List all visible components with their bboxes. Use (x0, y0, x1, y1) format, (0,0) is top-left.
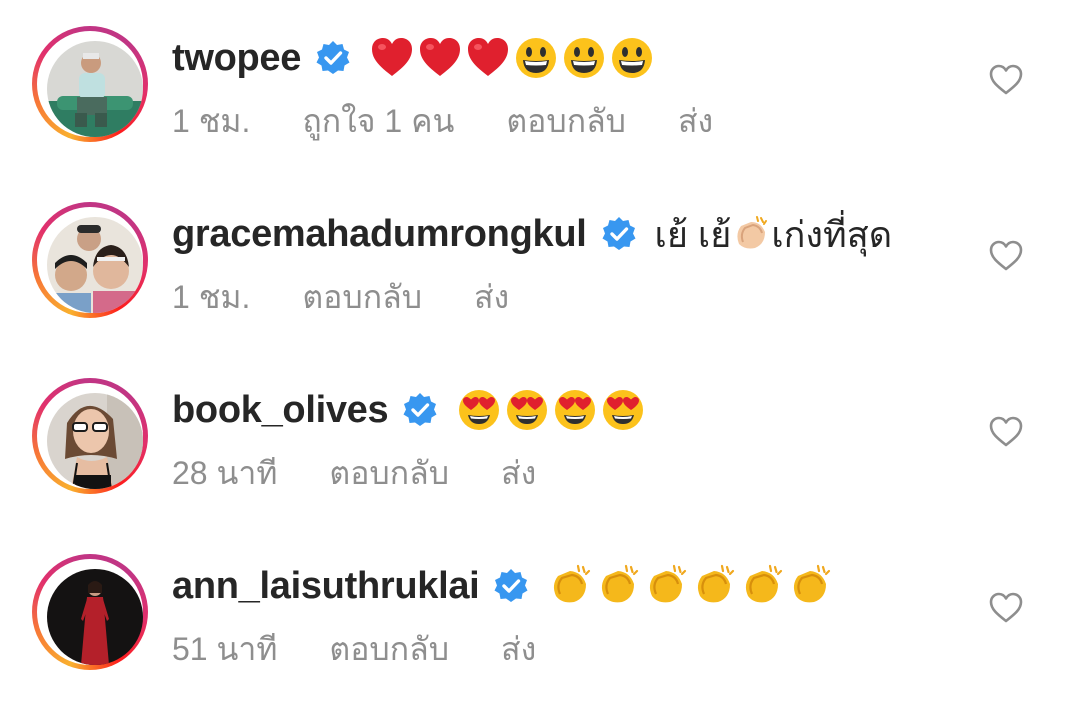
verified-badge-icon (315, 40, 351, 76)
clapping-hands-emoji-icon (595, 563, 641, 609)
comment-text (456, 387, 648, 433)
comment-time: 1 ชม. (172, 103, 251, 139)
grinning-face-emoji-icon (561, 35, 607, 81)
reply-button[interactable]: ตอบกลับ (329, 448, 449, 499)
story-ring[interactable] (32, 26, 148, 142)
heart-eyes-emoji-icon (504, 387, 550, 433)
send-button[interactable]: ส่ง (678, 96, 713, 147)
clapping-hands-emoji-icon (739, 563, 785, 609)
clapping-hands-emoji-icon (691, 563, 737, 609)
clapping-hands-emoji-icon (731, 214, 771, 254)
comment-text (369, 35, 657, 81)
clapping-hands-emoji-icon (547, 563, 593, 609)
verified-badge-icon (402, 392, 438, 428)
comment-text (547, 563, 835, 609)
avatar[interactable] (47, 41, 143, 137)
like-heart-icon[interactable] (988, 238, 1024, 274)
grinning-face-emoji-icon (513, 35, 559, 81)
username[interactable]: book_olives (172, 389, 389, 432)
comment-text: เย้ เย้ เก่งที่สุด (655, 206, 893, 263)
avatar[interactable] (47, 217, 143, 313)
comment-item: ann_laisuthruklai 51 นาที ตอบกลับ ส่ง (0, 528, 1079, 704)
story-ring[interactable] (32, 202, 148, 318)
username[interactable]: twopee (172, 37, 301, 80)
grinning-face-emoji-icon (609, 35, 655, 81)
comment-text-part: เย้ เย้ (654, 213, 732, 255)
red-heart-emoji-icon (465, 35, 511, 81)
red-heart-emoji-icon (369, 35, 415, 81)
send-button[interactable]: ส่ง (501, 624, 536, 675)
username[interactable]: gracemahadumrongkul (172, 213, 587, 256)
verified-badge-icon (601, 216, 637, 252)
comment-time: 51 นาที (172, 631, 278, 667)
comment-text-part: เก่งที่สุด (771, 213, 893, 255)
like-heart-icon[interactable] (988, 414, 1024, 450)
comment-item: book_olives 28 นาที ตอบกลับ ส่ง (0, 352, 1079, 528)
reply-button[interactable]: ตอบกลับ (302, 272, 422, 323)
red-heart-emoji-icon (417, 35, 463, 81)
story-ring[interactable] (32, 378, 148, 494)
comment-item: gracemahadumrongkul เย้ เย้ เก่งที่สุด 1… (0, 176, 1079, 352)
story-ring[interactable] (32, 554, 148, 670)
avatar[interactable] (47, 569, 143, 665)
like-heart-icon[interactable] (988, 590, 1024, 626)
heart-eyes-emoji-icon (600, 387, 646, 433)
avatar[interactable] (47, 393, 143, 489)
comment-time: 1 ชม. (172, 279, 251, 315)
send-button[interactable]: ส่ง (474, 272, 509, 323)
username[interactable]: ann_laisuthruklai (172, 565, 480, 608)
likes-count-link[interactable]: ถูกใจ 1 คน (302, 96, 454, 147)
clapping-hands-emoji-icon (787, 563, 833, 609)
heart-eyes-emoji-icon (456, 387, 502, 433)
like-heart-icon[interactable] (988, 62, 1024, 98)
send-button[interactable]: ส่ง (501, 448, 536, 499)
comment-time: 28 นาที (172, 455, 278, 491)
reply-button[interactable]: ตอบกลับ (329, 624, 449, 675)
reply-button[interactable]: ตอบกลับ (506, 96, 626, 147)
comment-item: twopee 1 ชม. ถูกใจ 1 คน ตอบกลับ ส่ง (0, 0, 1079, 176)
clapping-hands-emoji-icon (643, 563, 689, 609)
heart-eyes-emoji-icon (552, 387, 598, 433)
verified-badge-icon (493, 568, 529, 604)
